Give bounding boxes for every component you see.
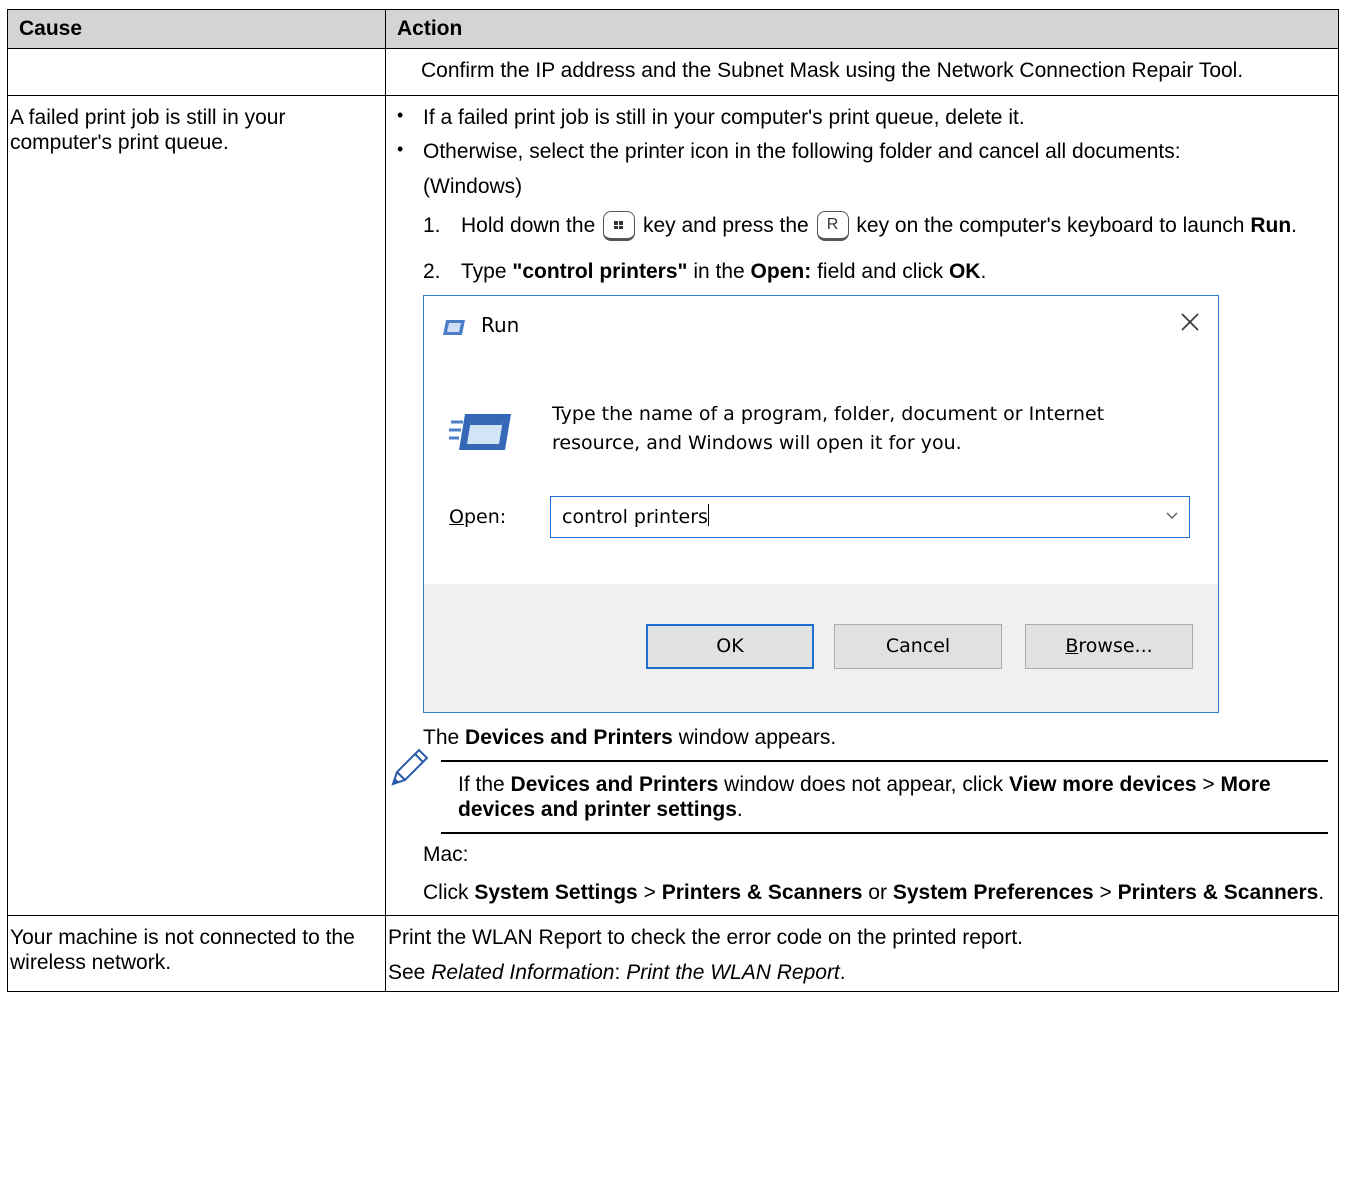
r-key-icon: R — [816, 211, 849, 242]
run-titlebar: Run — [424, 296, 1218, 356]
cancel-button[interactable]: Cancel — [834, 623, 1002, 669]
bullet-icon: • — [397, 105, 404, 126]
ok-button[interactable]: OK — [646, 623, 814, 669]
table-row: A failed print job is still in your comp… — [7, 95, 1339, 916]
run-dialog-screenshot: Run Type the name of a program, folder, … — [423, 294, 1219, 713]
action-cell: Print the WLAN Report to check the error… — [385, 914, 1339, 993]
related-info-text: See Related Information: Print the WLAN … — [388, 960, 846, 984]
note-text: If the Devices and Printers window does … — [441, 759, 1328, 835]
mac-text: Click System Settings > Printers & Scann… — [423, 880, 1325, 904]
header-action: Action — [385, 9, 1339, 49]
table-row: Confirm the IP address and the Subnet Ma… — [7, 47, 1339, 97]
after-dialog-text: The Devices and Printers window appears. — [423, 725, 837, 749]
cause-text: A failed print job is still in your comp… — [10, 106, 286, 155]
run-icon — [443, 319, 465, 335]
run-description: Type the name of a program, folder, docu… — [552, 402, 1105, 454]
pencil-note-icon — [391, 748, 429, 786]
bullet-icon: • — [397, 139, 404, 160]
wlan-report-link[interactable]: Print the WLAN Report — [626, 961, 840, 984]
open-input[interactable]: control printers — [550, 495, 1190, 538]
cause-cell: Your machine is not connected to the wir… — [7, 914, 386, 993]
mac-label: Mac: — [423, 843, 469, 867]
troubleshooting-table: Cause Action Confirm the IP address and … — [7, 9, 1339, 993]
step-list: 1. Hold down the key and press the R key… — [423, 209, 1328, 289]
action-text: Print the WLAN Report to check the error… — [388, 925, 1023, 949]
close-icon[interactable] — [1178, 310, 1202, 334]
step-item: 1. Hold down the key and press the R key… — [423, 209, 1328, 243]
windows-key-icon — [603, 211, 636, 242]
cause-cell — [7, 47, 386, 97]
action-cell: • If a failed print job is still in your … — [385, 95, 1339, 916]
windows-label: (Windows) — [423, 174, 523, 198]
table-row: Your machine is not connected to the wir… — [7, 914, 1339, 993]
note-box: If the Devices and Printers window does … — [391, 748, 1328, 835]
list-item: • Otherwise, select the printer icon in t… — [397, 139, 1181, 164]
chevron-down-icon[interactable] — [1165, 509, 1179, 523]
cause-text: Your machine is not connected to the wir… — [10, 925, 355, 974]
cause-cell: A failed print job is still in your comp… — [7, 95, 386, 916]
list-item: • If a failed print job is still in your … — [397, 105, 1025, 130]
run-program-icon — [449, 413, 511, 450]
action-cell: Confirm the IP address and the Subnet Ma… — [385, 47, 1339, 97]
run-title: Run — [481, 312, 520, 337]
run-footer: OK Cancel Browse... — [424, 583, 1218, 712]
browse-button[interactable]: Browse... — [1025, 623, 1193, 669]
bullet-list: • If a failed print job is still in your … — [388, 105, 1328, 164]
action-text: Confirm the IP address and the Subnet Ma… — [421, 59, 1244, 82]
header-cause: Cause — [7, 9, 386, 49]
step-item: 2. Type "control printers" in the Open: … — [423, 259, 987, 283]
open-label: Open: — [449, 505, 507, 528]
table-header-row: Cause Action — [7, 9, 1339, 49]
